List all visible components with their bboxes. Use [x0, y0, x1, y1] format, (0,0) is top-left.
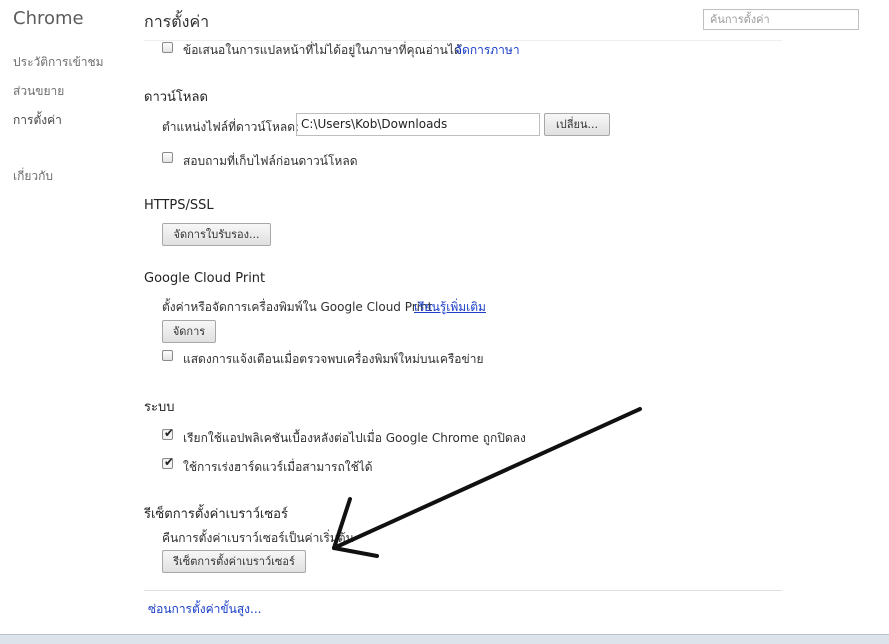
hide-advanced-settings-link[interactable]: ซ่อนการตั้งค่าขั้นสูง...	[148, 600, 261, 619]
footer-divider	[144, 590, 782, 591]
annotation-arrow	[332, 407, 642, 558]
